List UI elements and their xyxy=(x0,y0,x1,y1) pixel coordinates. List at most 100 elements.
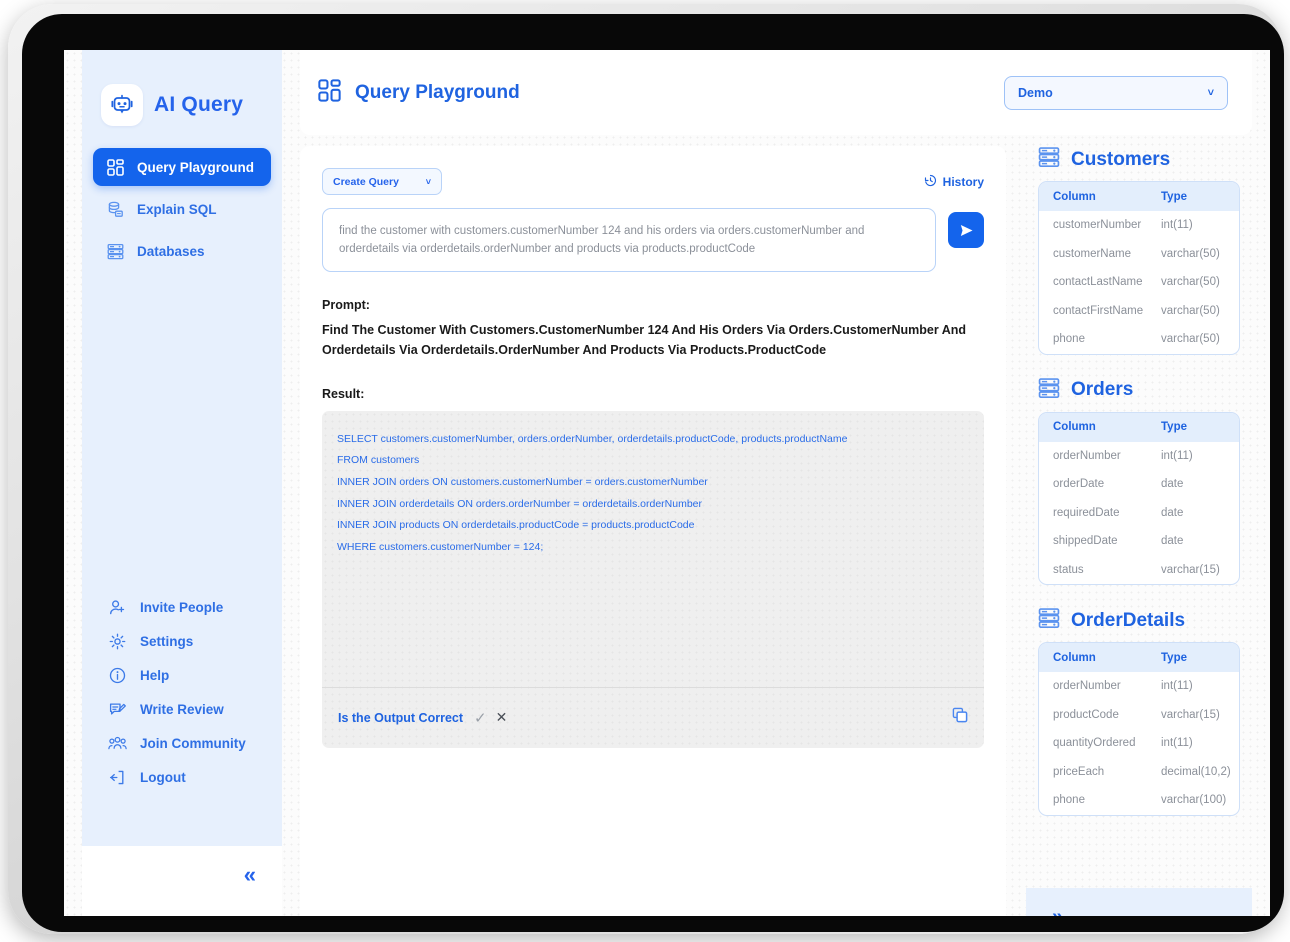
prompt-row xyxy=(322,208,984,272)
sidebar-item-label: Logout xyxy=(140,770,186,785)
chevron-down-icon: ˅ xyxy=(1208,87,1214,99)
grid-icon xyxy=(105,157,125,177)
column-name: quantityOrdered xyxy=(1053,737,1161,749)
sql-line: INNER JOIN orderdetails ON orders.orderN… xyxy=(337,494,969,516)
history-button[interactable]: History xyxy=(924,174,984,190)
gear-icon xyxy=(107,631,127,651)
table-header-row: Column Type xyxy=(1039,182,1239,211)
schema-table-header: OrderDetails xyxy=(1026,607,1252,634)
column-name: customerNumber xyxy=(1053,219,1161,231)
column-type: varchar(50) xyxy=(1161,276,1225,288)
schema-table-orderdetails: OrderDetails Column Type orderNumber int… xyxy=(1026,607,1252,816)
column-name: orderDate xyxy=(1053,478,1161,490)
query-playground-panel: Create Query ˅ History xyxy=(300,146,1006,916)
column-header: Column xyxy=(1053,652,1161,664)
sidebar-item-help[interactable]: Help xyxy=(93,658,271,692)
sidebar-secondary-nav: Invite People Settings xyxy=(82,590,282,794)
sidebar-item-join-community[interactable]: Join Community xyxy=(93,726,271,760)
sidebar-item-write-review[interactable]: Write Review xyxy=(93,692,271,726)
table-row: productCode varchar(15) xyxy=(1039,701,1239,730)
table-row: orderDate date xyxy=(1039,470,1239,499)
column-name: priceEach xyxy=(1053,766,1161,778)
brand-name: AI Query xyxy=(154,93,243,117)
sidebar-item-label: Help xyxy=(140,668,169,683)
header: Query Playground Demo ˅ xyxy=(300,50,1252,135)
copy-button[interactable] xyxy=(952,707,968,728)
table-row: status varchar(15) xyxy=(1039,556,1239,585)
table-row: shippedDate date xyxy=(1039,527,1239,556)
sidebar-item-label: Settings xyxy=(140,634,193,649)
column-type: varchar(15) xyxy=(1161,709,1225,721)
query-mode-selector[interactable]: Create Query ˅ xyxy=(322,168,442,195)
column-name: contactFirstName xyxy=(1053,305,1161,317)
table-row: requiredDate date xyxy=(1039,499,1239,528)
table-header-row: Column Type xyxy=(1039,643,1239,672)
prompt-echo-text: Find The Customer With Customers.Custome… xyxy=(322,321,984,361)
column-type: varchar(50) xyxy=(1161,333,1225,345)
table-row: contactFirstName varchar(50) xyxy=(1039,297,1239,326)
schema-table-orders: Orders Column Type orderNumber int(11) xyxy=(1026,377,1252,586)
robot-icon xyxy=(101,84,143,126)
sidebar-item-settings[interactable]: Settings xyxy=(93,624,271,658)
server-rack-icon xyxy=(1038,607,1060,634)
sidebar-item-explain-sql[interactable]: Explain SQL xyxy=(93,190,271,228)
feedback-label: Is the Output Correct xyxy=(338,711,463,725)
sidebar-footer: « xyxy=(82,846,282,916)
table-row: customerName varchar(50) xyxy=(1039,240,1239,269)
sidebar-item-logout[interactable]: Logout xyxy=(93,760,271,794)
write-review-icon xyxy=(107,699,127,719)
server-rack-icon xyxy=(105,241,125,261)
sidebar-nav: Query Playground xyxy=(82,148,282,270)
column-header: Column xyxy=(1053,421,1161,433)
column-name: productCode xyxy=(1053,709,1161,721)
table-header-row: Column Type xyxy=(1039,413,1239,442)
column-name: requiredDate xyxy=(1053,507,1161,519)
column-type: varchar(100) xyxy=(1161,794,1226,806)
feedback-approve-button[interactable]: ✓ xyxy=(474,709,487,727)
brand: AI Query xyxy=(82,56,282,126)
tablet-bezel: AI Query xyxy=(22,14,1284,932)
column-name: contactLastName xyxy=(1053,276,1161,288)
server-rack-icon xyxy=(1038,377,1060,404)
result-section-label: Result: xyxy=(322,387,984,401)
send-button[interactable] xyxy=(948,212,984,248)
prompt-section-label: Prompt: xyxy=(322,298,984,312)
table-row: phone varchar(100) xyxy=(1039,786,1239,815)
column-name: status xyxy=(1053,564,1161,576)
column-name: orderNumber xyxy=(1053,680,1161,692)
tablet-frame: AI Query xyxy=(8,4,1282,934)
app-root: AI Query xyxy=(64,50,1270,916)
sql-line: WHERE customers.customerNumber = 124; xyxy=(337,537,969,559)
schema-table-name: OrderDetails xyxy=(1071,610,1185,632)
table-row: customerNumber int(11) xyxy=(1039,211,1239,240)
table-row: quantityOrdered int(11) xyxy=(1039,729,1239,758)
column-type: varchar(15) xyxy=(1161,564,1225,576)
prompt-input[interactable] xyxy=(322,208,936,272)
sidebar-item-databases[interactable]: Databases xyxy=(93,232,271,270)
schema-table-name: Orders xyxy=(1071,379,1133,401)
sidebar-item-label: Join Community xyxy=(140,736,246,751)
expand-schema-button[interactable]: » xyxy=(1052,907,1063,916)
database-selector-value: Demo xyxy=(1018,86,1053,100)
table-row: contactLastName varchar(50) xyxy=(1039,268,1239,297)
sidebar-item-invite-people[interactable]: Invite People xyxy=(93,590,271,624)
type-header: Type xyxy=(1161,191,1225,203)
table-row: orderNumber int(11) xyxy=(1039,442,1239,471)
server-rack-icon xyxy=(1038,146,1060,173)
sql-line: SELECT customers.customerNumber, orders.… xyxy=(337,429,969,451)
result-footer: Is the Output Correct ✓ ✕ xyxy=(322,687,984,748)
sql-line: FROM customers xyxy=(337,450,969,472)
feedback-reject-button[interactable]: ✕ xyxy=(496,709,508,726)
column-type: int(11) xyxy=(1161,737,1225,749)
schema-table-customers: Customers Column Type customerNumber int… xyxy=(1026,146,1252,355)
chevron-down-icon: ˅ xyxy=(426,177,431,187)
collapse-sidebar-button[interactable]: « xyxy=(244,864,256,886)
column-type: int(11) xyxy=(1161,450,1225,462)
type-header: Type xyxy=(1161,652,1225,664)
sidebar-content: AI Query xyxy=(82,50,282,846)
database-selector[interactable]: Demo ˅ xyxy=(1004,76,1228,110)
type-header: Type xyxy=(1161,421,1225,433)
column-type: varchar(50) xyxy=(1161,248,1225,260)
sidebar-item-query-playground[interactable]: Query Playground xyxy=(93,148,271,186)
column-type: date xyxy=(1161,478,1225,490)
